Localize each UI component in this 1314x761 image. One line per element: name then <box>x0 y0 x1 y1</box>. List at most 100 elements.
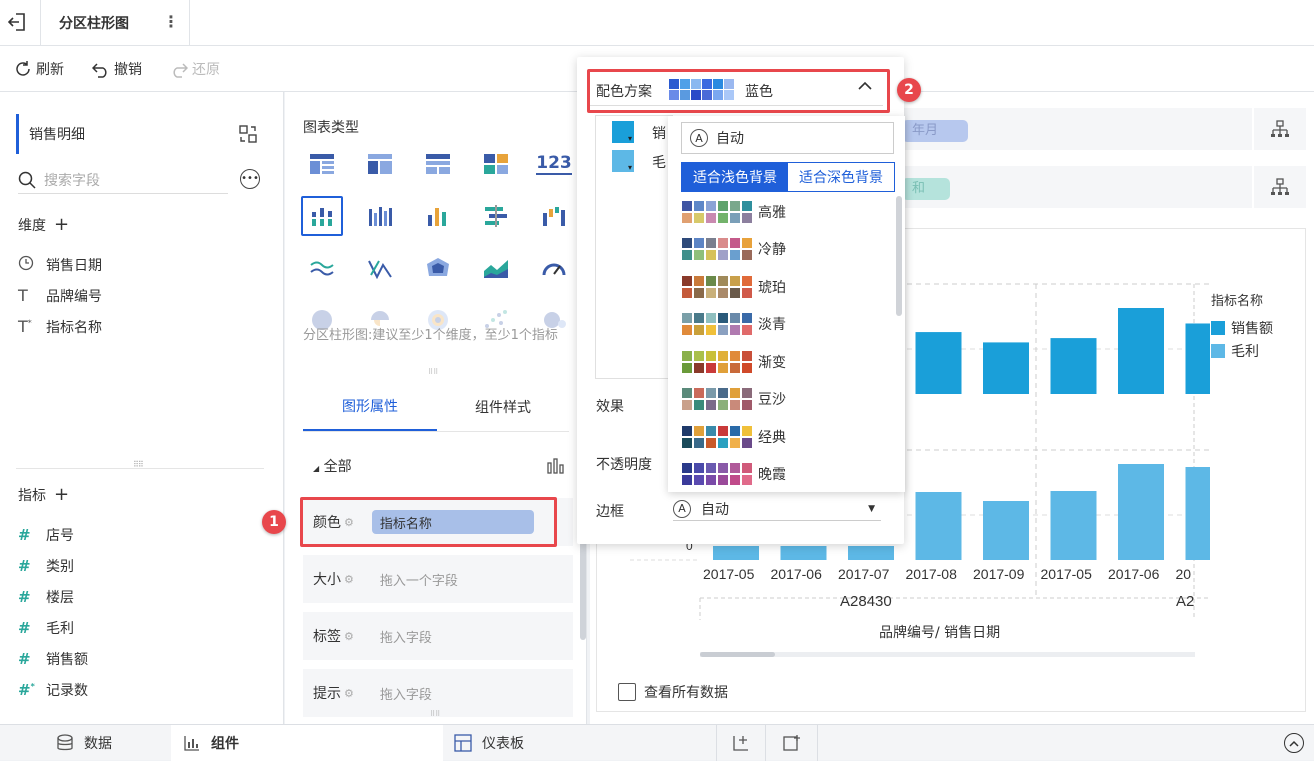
measure-title: 指标 <box>18 487 46 504</box>
x-tick-label: 2017-08 <box>906 566 958 582</box>
gauge-chart-icon[interactable] <box>533 248 575 288</box>
palette-option[interactable]: 晚霞 <box>668 456 893 493</box>
exit-icon[interactable] <box>7 11 28 37</box>
partition-bar-chart-icon[interactable] <box>301 196 343 236</box>
radar-chart-icon[interactable] <box>417 248 459 288</box>
gear-icon[interactable]: ⚙ <box>344 687 354 700</box>
add-dimension-icon[interactable]: + <box>54 214 69 235</box>
measure-item[interactable]: # 毛利 <box>0 612 284 643</box>
area-chart-icon[interactable] <box>475 248 517 288</box>
collapse-up-icon[interactable] <box>1284 733 1304 753</box>
measure-item[interactable]: # 店号 <box>0 519 284 550</box>
field-search[interactable]: 搜索字段 <box>18 166 228 194</box>
show-all-checkbox[interactable] <box>618 683 636 701</box>
legend-label: 销售额 <box>1231 321 1273 337</box>
refresh-button[interactable]: 刷新 <box>14 59 64 79</box>
size-property[interactable]: 大小 ⚙ 拖入一个字段 <box>303 555 573 603</box>
add-measure-icon[interactable]: + <box>54 484 69 505</box>
tab-dark-background[interactable]: 适合深色背景 <box>788 163 894 191</box>
resize-handle[interactable]: ⠿⠿ <box>428 368 438 376</box>
add-component-icon[interactable] <box>716 725 766 761</box>
line-chart-icon[interactable] <box>301 248 343 288</box>
cross-table-icon[interactable] <box>359 144 401 184</box>
border-select[interactable]: A 自动 ▼ <box>673 497 881 521</box>
sort-icon[interactable] <box>1254 108 1306 150</box>
label-label: 标签 <box>313 629 341 645</box>
tab-dashboard[interactable]: 仪表板 <box>454 733 524 753</box>
opacity-label: 不透明度 <box>596 457 652 473</box>
chart-type-hint: 分区柱形图:建议至少1个维度，至少1个指标 <box>303 328 558 343</box>
tab-chart-title[interactable]: 分区柱形图 ⋮ <box>40 0 190 46</box>
series-color-swatch[interactable]: ▾ <box>612 150 634 172</box>
calculated-text-icon: T* <box>18 317 32 336</box>
date-field-chip[interactable]: 年月 <box>902 120 968 142</box>
palette-option[interactable]: 豆沙 <box>668 381 893 419</box>
palette-option[interactable]: 经典 <box>668 418 893 456</box>
horizontal-bar-icon[interactable] <box>475 196 517 236</box>
legend-item[interactable]: 毛利 <box>1211 341 1259 361</box>
scrollbar-thumb[interactable] <box>700 652 775 657</box>
tab-graphic-properties[interactable]: 图形属性 <box>303 382 437 431</box>
chart-bar <box>848 546 894 560</box>
series-color-swatch[interactable]: ▾ <box>612 121 634 143</box>
palette-name: 渐变 <box>758 354 786 371</box>
polyline-chart-icon[interactable] <box>359 248 401 288</box>
auto-palette-option[interactable]: A 自动 <box>681 122 894 154</box>
palette-option[interactable]: 淡青 <box>668 306 893 344</box>
tab-data[interactable]: 数据 <box>56 733 112 753</box>
undo-button[interactable]: 撤销 <box>92 59 142 79</box>
number-card-icon[interactable]: 123 <box>533 144 575 184</box>
tooltip-drop-zone[interactable]: 拖入字段 <box>380 684 432 703</box>
chart-bar <box>780 546 827 560</box>
palette-option[interactable]: 冷静 <box>668 231 893 269</box>
add-dashboard-icon[interactable] <box>766 725 818 761</box>
page-title: 分区柱形图 <box>59 16 129 32</box>
measure-field-chip[interactable]: 和 <box>902 178 950 200</box>
all-series-toggle[interactable]: ◢ 全部 <box>313 456 352 476</box>
switch-dataset-icon[interactable] <box>238 124 258 148</box>
dimension-item[interactable]: 销售日期 <box>0 249 284 280</box>
bar-type-icon[interactable] <box>547 458 565 478</box>
palette-option[interactable]: 琥珀 <box>668 268 893 306</box>
kpi-block-icon[interactable] <box>475 144 517 184</box>
tab-light-background[interactable]: 适合浅色背景 <box>682 163 788 191</box>
table-chart-icon[interactable] <box>301 144 343 184</box>
gear-icon[interactable]: ⚙ <box>344 573 354 586</box>
show-all-data[interactable]: 查看所有数据 <box>618 682 728 702</box>
measure-item[interactable]: # 类别 <box>0 550 284 581</box>
more-options-icon[interactable]: ••• <box>240 169 260 189</box>
bar-chart-icon[interactable] <box>417 196 459 236</box>
auto-icon: A <box>673 499 691 518</box>
label-drop-zone[interactable]: 拖入字段 <box>380 627 432 646</box>
measure-item[interactable]: #* 记录数 <box>0 674 284 705</box>
legend-item[interactable]: 销售额 <box>1211 318 1273 338</box>
grouped-bar-chart-icon[interactable] <box>359 196 401 236</box>
measure-item[interactable]: # 销售额 <box>0 643 284 674</box>
tab-component[interactable]: 组件 <box>171 725 443 761</box>
redo-button[interactable]: 还原 <box>170 59 220 79</box>
more-vertical-icon[interactable]: ⋮ <box>163 12 179 31</box>
measure-label: 类别 <box>46 558 74 575</box>
tab-component-style[interactable]: 组件样式 <box>437 382 569 431</box>
dimension-item[interactable]: T 品牌编号 <box>0 280 284 311</box>
gear-icon[interactable]: ⚙ <box>344 630 354 643</box>
search-input[interactable]: 搜索字段 <box>44 170 100 190</box>
number-icon: # <box>18 525 31 544</box>
dimension-title: 维度 <box>18 217 46 234</box>
dimension-item[interactable]: T* 指标名称 <box>0 311 284 342</box>
resize-handle[interactable]: ⠿⠿ <box>430 710 440 718</box>
number-icon: # <box>18 587 31 606</box>
label-property[interactable]: 标签 ⚙ 拖入字段 <box>303 612 573 660</box>
palette-option[interactable]: 高雅 <box>668 193 893 231</box>
chart-bar <box>1118 464 1164 560</box>
waterfall-chart-icon[interactable] <box>533 196 575 236</box>
measure-item[interactable]: # 楼层 <box>0 581 284 612</box>
palette-option[interactable]: 渐变 <box>668 343 893 381</box>
dataset-selector[interactable]: 销售明细 <box>16 114 268 154</box>
detail-table-icon[interactable] <box>417 144 459 184</box>
palette-scrollbar[interactable] <box>896 196 902 316</box>
size-drop-zone[interactable]: 拖入一个字段 <box>380 570 458 589</box>
tab-dashboard-label: 仪表板 <box>482 736 524 752</box>
chart-h-scrollbar[interactable] <box>700 652 1195 657</box>
sort-icon[interactable] <box>1254 166 1306 208</box>
